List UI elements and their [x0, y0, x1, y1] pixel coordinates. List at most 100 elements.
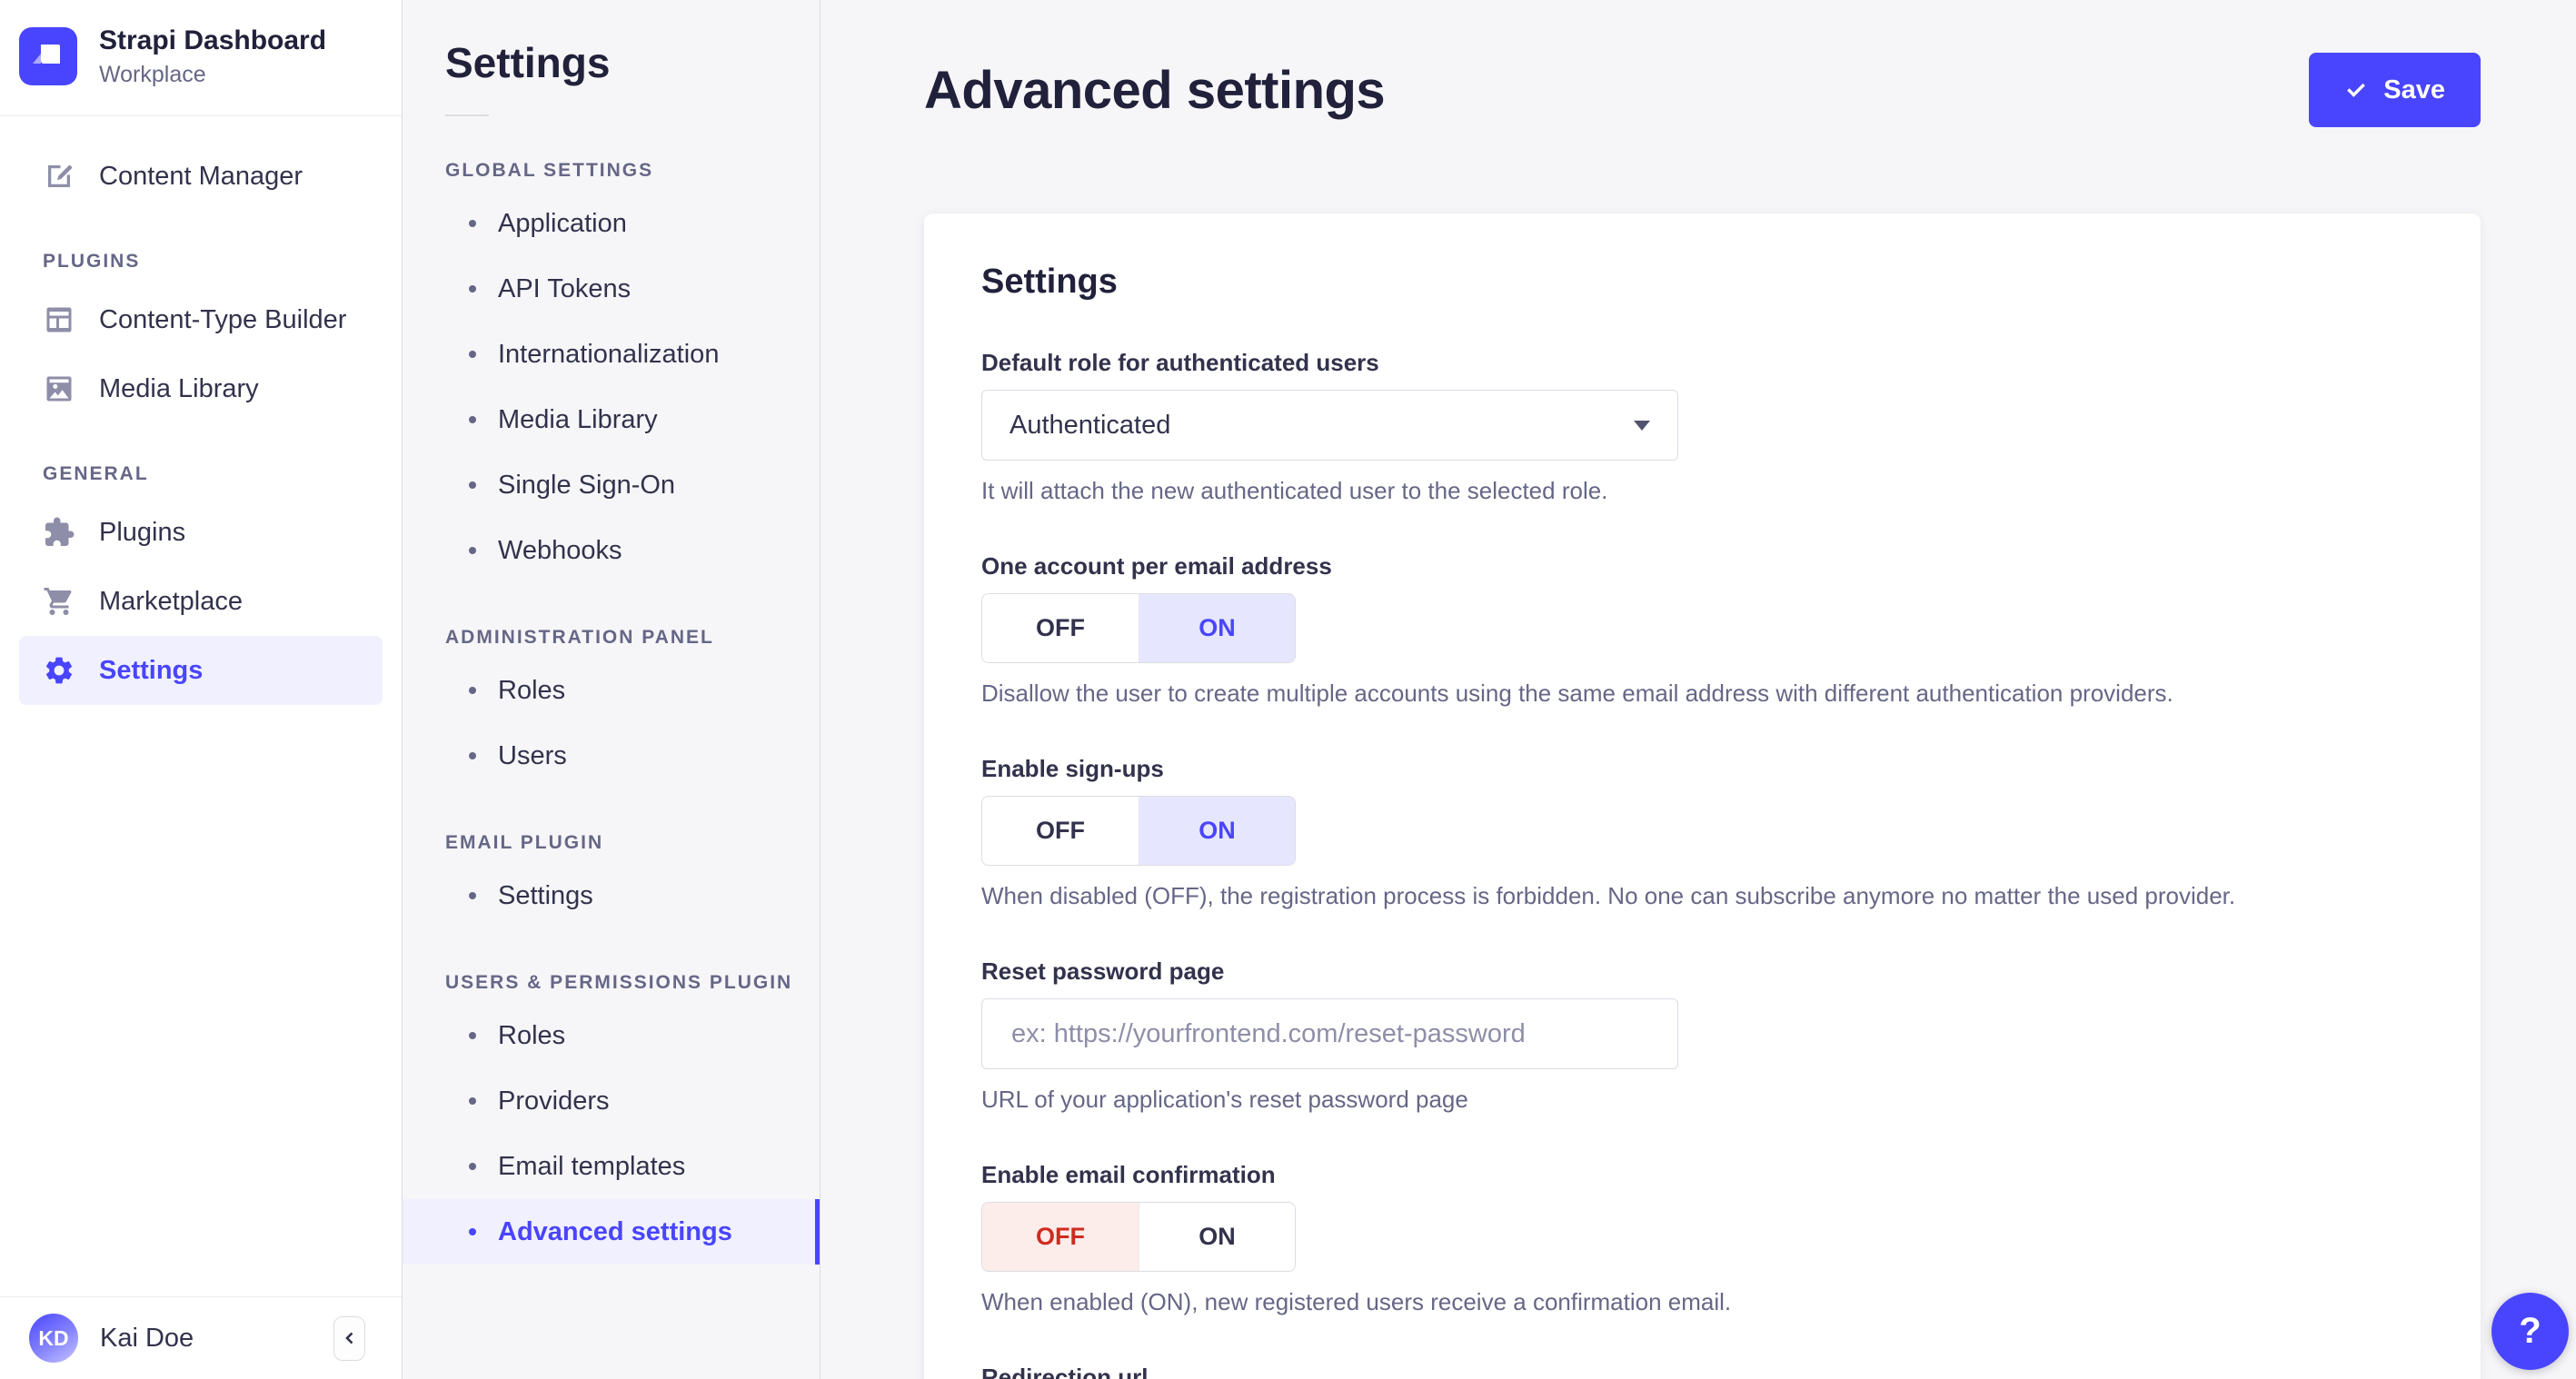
subnav-item-email-templates[interactable]: Email templates	[403, 1134, 820, 1199]
question-mark-icon: ?	[2519, 1311, 2541, 1351]
workspace-title: Strapi Dashboard	[99, 25, 327, 55]
workspace-brand: Strapi Dashboard Workplace	[0, 0, 402, 115]
field-email-confirmation: Enable email confirmation OFF ON When en…	[981, 1161, 2423, 1316]
bullet-icon	[469, 1228, 476, 1235]
bullet-icon	[469, 1097, 476, 1105]
bullet-icon	[469, 351, 476, 358]
subnav-item-admin-roles[interactable]: Roles	[403, 658, 820, 723]
sidebar-item-settings[interactable]: Settings	[19, 636, 383, 705]
sidebar-item-media-library[interactable]: Media Library	[19, 354, 383, 423]
subnav-item-advanced-settings[interactable]: Advanced settings	[403, 1199, 820, 1265]
one-account-toggle: OFF ON	[981, 593, 1296, 663]
bullet-icon	[469, 687, 476, 694]
app-root: Strapi Dashboard Workplace Content Manag…	[0, 0, 2576, 1379]
chevron-down-icon	[1634, 420, 1650, 431]
toggle-off-option[interactable]: OFF	[982, 1203, 1139, 1271]
subnav-section-users-permissions-plugin: USERS & PERMISSIONS PLUGIN	[445, 972, 793, 993]
sidebar-nav: Content Manager PLUGINS Content-Type Bui…	[0, 116, 402, 705]
card-title: Settings	[981, 263, 1118, 301]
subnav-section-global-settings: GLOBAL SETTINGS	[445, 160, 654, 181]
strapi-logo-icon	[19, 27, 77, 85]
field-redirection-url: Redirection url	[981, 1364, 2423, 1379]
help-button[interactable]: ?	[2491, 1293, 2569, 1370]
toggle-on-option[interactable]: ON	[1139, 797, 1295, 865]
subnav-title-rule	[445, 114, 489, 116]
field-hint: When enabled (ON), new registered users …	[981, 1288, 1732, 1315]
sidebar-item-label: Marketplace	[99, 586, 243, 616]
field-label: Enable sign-ups	[981, 755, 1164, 782]
sidebar-item-marketplace[interactable]: Marketplace	[19, 567, 383, 636]
sidebar-item-label: Content-Type Builder	[99, 304, 347, 334]
main-sidebar: Strapi Dashboard Workplace Content Manag…	[0, 0, 403, 1379]
reset-password-input-wrap	[981, 998, 1678, 1069]
bullet-icon	[469, 1032, 476, 1039]
workspace-subtitle: Workplace	[99, 62, 206, 87]
subnav-item-application[interactable]: Application	[403, 191, 820, 256]
toggle-off-option[interactable]: OFF	[982, 797, 1139, 865]
content-type-builder-icon	[43, 303, 75, 336]
field-label: Redirection url	[981, 1364, 1149, 1379]
subnav-item-providers[interactable]: Providers	[403, 1068, 820, 1134]
chevron-left-icon	[344, 1332, 353, 1344]
subnav-item-webhooks[interactable]: Webhooks	[403, 518, 820, 583]
page-header: Advanced settings Save	[924, 0, 2481, 127]
subnav-item-internationalization[interactable]: Internationalization	[403, 322, 820, 387]
subnav-item-email-settings[interactable]: Settings	[403, 863, 820, 928]
user-name: Kai Doe	[100, 1323, 194, 1353]
select-value: Authenticated	[1010, 410, 1171, 440]
collapse-sidebar-button[interactable]	[333, 1315, 365, 1361]
bullet-icon	[469, 892, 476, 899]
settings-gear-icon	[43, 654, 75, 687]
field-label: One account per email address	[981, 552, 1332, 580]
field-label: Default role for authenticated users	[981, 349, 1379, 376]
bullet-icon	[469, 547, 476, 554]
subnav-item-media-library[interactable]: Media Library	[403, 387, 820, 452]
field-one-account: One account per email address OFF ON Dis…	[981, 552, 2423, 708]
bullet-icon	[469, 1163, 476, 1170]
email-confirmation-toggle: OFF ON	[981, 1202, 1296, 1272]
field-enable-signups: Enable sign-ups OFF ON When disabled (OF…	[981, 755, 2423, 910]
toggle-on-option[interactable]: ON	[1139, 594, 1295, 662]
subnav-item-api-tokens[interactable]: API Tokens	[403, 256, 820, 322]
field-hint: URL of your application's reset password…	[981, 1086, 1468, 1113]
user-footer[interactable]: KD Kai Doe	[0, 1296, 402, 1379]
field-reset-password: Reset password page URL of your applicat…	[981, 957, 2423, 1114]
save-button[interactable]: Save	[2309, 53, 2481, 127]
media-library-icon	[43, 372, 75, 405]
subnav-item-single-sign-on[interactable]: Single Sign-On	[403, 452, 820, 518]
bullet-icon	[469, 481, 476, 489]
sidebar-item-label: Media Library	[99, 373, 259, 403]
field-hint: When disabled (OFF), the registration pr…	[981, 882, 2236, 909]
field-default-role: Default role for authenticated users Aut…	[981, 349, 2423, 505]
reset-password-input[interactable]	[1010, 1017, 1650, 1050]
field-hint: It will attach the new authenticated use…	[981, 477, 1608, 504]
page-title: Advanced settings	[924, 60, 1386, 120]
sidebar-section-general: GENERAL	[43, 463, 149, 484]
settings-card: Settings Default role for authenticated …	[924, 213, 2481, 1379]
field-hint: Disallow the user to create multiple acc…	[981, 680, 2173, 707]
subnav-section-email-plugin: EMAIL PLUGIN	[445, 832, 604, 853]
bullet-icon	[469, 416, 476, 423]
bullet-icon	[469, 220, 476, 227]
sidebar-section-plugins: PLUGINS	[43, 251, 141, 272]
main-content: Advanced settings Save Settings Default …	[821, 0, 2576, 1379]
toggle-off-option[interactable]: OFF	[982, 594, 1139, 662]
sidebar-item-content-manager[interactable]: Content Manager	[19, 142, 383, 211]
sidebar-item-label: Content Manager	[99, 161, 303, 191]
subnav-title: Settings	[445, 39, 611, 86]
field-label: Enable email confirmation	[981, 1161, 1276, 1188]
field-label: Reset password page	[981, 957, 1225, 985]
subnav-item-up-roles[interactable]: Roles	[403, 1003, 820, 1068]
default-role-select[interactable]: Authenticated	[981, 390, 1678, 461]
sidebar-item-label: Plugins	[99, 517, 186, 547]
signups-toggle: OFF ON	[981, 796, 1296, 866]
subnav-section-administration-panel: ADMINISTRATION PANEL	[445, 627, 714, 648]
sidebar-item-content-type-builder[interactable]: Content-Type Builder	[19, 285, 383, 354]
content-manager-icon	[43, 160, 75, 193]
subnav-item-admin-users[interactable]: Users	[403, 723, 820, 789]
bullet-icon	[469, 285, 476, 293]
toggle-on-option[interactable]: ON	[1139, 1203, 1295, 1271]
sidebar-item-plugins[interactable]: Plugins	[19, 498, 383, 567]
sidebar-item-label: Settings	[99, 655, 204, 685]
plugins-icon	[43, 516, 75, 549]
